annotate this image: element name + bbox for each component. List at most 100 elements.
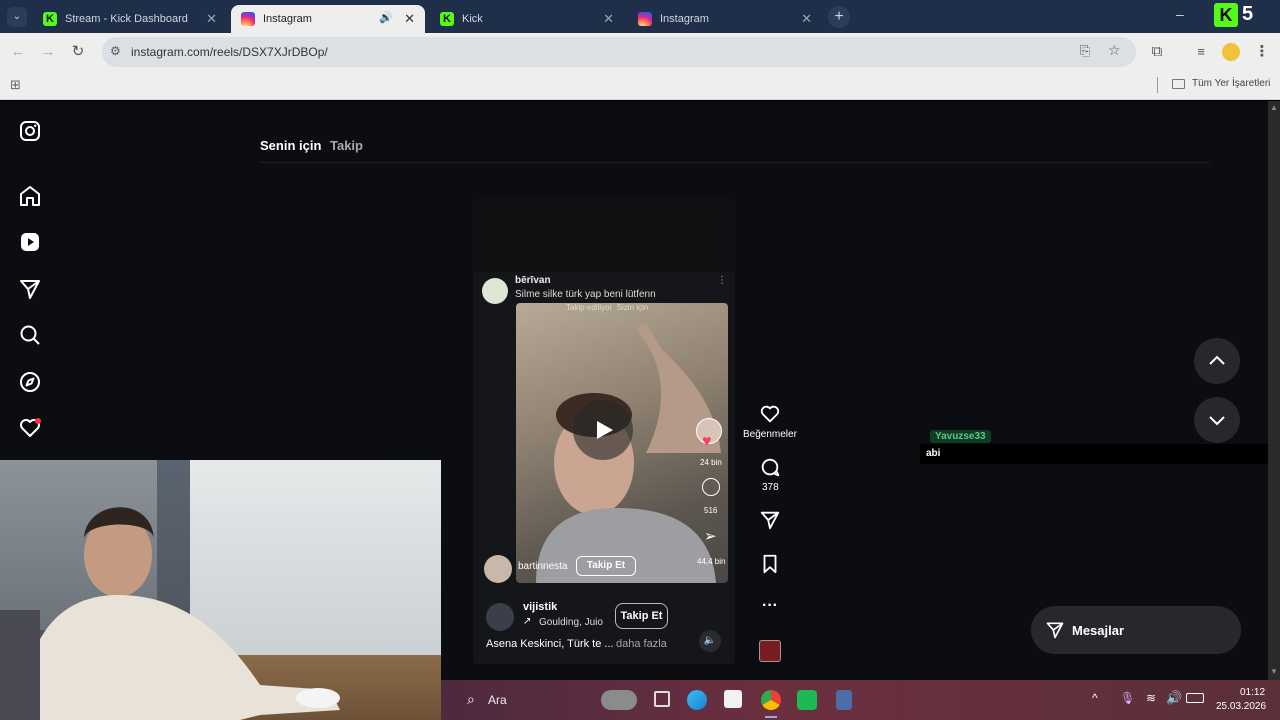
store-icon[interactable] <box>724 690 742 708</box>
instagram-icon <box>241 12 255 26</box>
chat-username: Yavuzse33 <box>930 430 991 443</box>
microphone-icon[interactable]: 🎙 <box>1120 691 1135 705</box>
calculator-icon[interactable] <box>836 690 852 710</box>
bookmark-star-icon[interactable]: ☆ <box>1108 42 1121 59</box>
clock-date[interactable]: 25.03.2026 <box>1216 701 1266 712</box>
bookmarks-divider <box>1157 77 1158 93</box>
tab-title: Instagram <box>263 13 312 25</box>
extensions-icon[interactable]: ⧉ <box>1147 42 1167 62</box>
direct-icon <box>1046 622 1064 639</box>
apps-icon[interactable]: ⊞ <box>10 77 21 93</box>
heart-icon <box>760 405 780 423</box>
reload-icon[interactable]: ↻ <box>68 42 88 62</box>
close-icon[interactable]: ✕ <box>603 11 614 27</box>
close-icon[interactable]: ✕ <box>404 11 415 27</box>
mute-button[interactable]: 🔈 <box>699 630 721 652</box>
inner-menu-icon: ⋮ <box>717 275 727 286</box>
speaker-icon[interactable]: 🔊 <box>379 11 393 24</box>
reel-more-link[interactable]: daha fazla <box>616 638 667 650</box>
chrome-active-indicator <box>765 716 777 718</box>
comments-count: 378 <box>762 482 779 493</box>
home-icon[interactable] <box>18 184 42 208</box>
widgets-icon[interactable] <box>601 690 637 710</box>
wifi-icon[interactable]: ≋ <box>1146 691 1156 705</box>
reel-video[interactable]: bērīvan ⋮ Silme silke türk yap beni lütf… <box>473 198 735 664</box>
back-icon[interactable]: ← <box>8 42 28 62</box>
comment-button[interactable] <box>745 456 795 481</box>
tray-overflow-icon[interactable]: ^ <box>1092 691 1098 705</box>
inner-shares: 44,4 bin <box>697 557 726 566</box>
messages-button[interactable]: Mesajlar <box>1031 606 1241 654</box>
search-icon[interactable] <box>18 323 42 347</box>
follow-button[interactable]: Takip Et <box>615 603 668 629</box>
streamer-silhouette <box>0 507 340 720</box>
reel-audio[interactable]: Goulding, Juio <box>539 617 603 628</box>
inner-comments: 516 <box>704 506 718 515</box>
clock-time[interactable]: 01:12 <box>1240 687 1265 698</box>
profile-avatar[interactable] <box>1222 43 1240 61</box>
all-bookmarks-link[interactable]: Tüm Yer İşaretleri <box>1192 78 1270 89</box>
install-app-icon[interactable]: ⎘ <box>1080 43 1090 59</box>
close-icon[interactable]: ✕ <box>801 11 812 27</box>
address-bar[interactable]: ⚙ instagram.com/reels/DSX7XJrDBOp/ ⎘ ☆ <box>102 37 1136 67</box>
instagram-logo-icon[interactable] <box>18 119 42 143</box>
edge-icon[interactable] <box>687 690 707 710</box>
audio-arrow-icon: ↗ <box>523 616 532 627</box>
like-button[interactable] <box>745 403 795 428</box>
browser-toolbar: ← → ↻ ⚙ instagram.com/reels/DSX7XJrDBOp/… <box>0 33 1280 71</box>
minimize-button[interactable]: – <box>1176 6 1184 22</box>
feed-tabs-divider <box>260 162 1210 163</box>
kick-badge: 5 <box>1242 3 1254 25</box>
taskbar-search[interactable]: Ara <box>488 693 507 707</box>
tab-title: Kick <box>462 13 483 25</box>
tab-kick-dashboard[interactable]: K Stream - Kick Dashboard ✕ <box>33 5 227 33</box>
tab-title: Stream - Kick Dashboard <box>65 13 188 25</box>
close-icon[interactable]: ✕ <box>206 11 217 27</box>
task-view-icon[interactable] <box>654 691 670 707</box>
direct-messages-icon[interactable] <box>18 277 42 301</box>
likes-label[interactable]: Beğenmeler <box>743 429 797 440</box>
more-options-icon[interactable]: ··· <box>745 597 795 615</box>
chrome-icon[interactable] <box>761 690 781 710</box>
save-button[interactable] <box>745 553 795 578</box>
inner-share-icon: ➢ <box>704 528 717 545</box>
audio-thumbnail[interactable] <box>759 640 781 662</box>
page-scrollbar[interactable]: ▲ ▼ <box>1268 101 1280 680</box>
windows-taskbar: ⌕ Ara ^ 🎙 ≋ 🔊 01:12 25.03.2026 <box>441 680 1280 720</box>
reel-author[interactable]: vijistik <box>523 601 557 613</box>
tab-title: Instagram <box>660 13 709 25</box>
menu-icon[interactable]: ⋮ <box>1252 42 1272 62</box>
taskbar-search-icon[interactable]: ⌕ <box>467 691 475 708</box>
share-button[interactable] <box>745 509 795 534</box>
tab-instagram[interactable]: Instagram ✕ <box>628 5 822 33</box>
new-tab-button[interactable]: + <box>828 6 850 28</box>
webcam-overlay <box>0 460 441 720</box>
volume-icon[interactable]: 🔊 <box>1166 690 1182 706</box>
inner-user: bartinnesta <box>518 561 568 572</box>
app-green-icon[interactable] <box>797 690 817 710</box>
notifications-heart-icon[interactable] <box>18 416 42 440</box>
instagram-icon <box>638 12 652 26</box>
scroll-down-arrow[interactable]: ▼ <box>1270 667 1278 676</box>
tab-instagram-active[interactable]: Instagram 🔊 ✕ <box>231 5 425 33</box>
chat-message-bg <box>920 444 1268 464</box>
tab-search-button[interactable]: ⌄ <box>7 7 27 27</box>
scroll-up-arrow[interactable]: ▲ <box>1270 103 1278 112</box>
reel-author-avatar[interactable] <box>486 603 514 631</box>
reels-icon[interactable] <box>18 230 42 254</box>
tab-for-you[interactable]: Senin için <box>260 138 321 153</box>
site-info-icon[interactable]: ⚙ <box>110 44 121 58</box>
battery-icon[interactable] <box>1186 693 1204 703</box>
media-control-icon[interactable]: ≡ <box>1191 42 1211 62</box>
bookmarks-bar: ⊞ Tüm Yer İşaretleri <box>0 71 1280 100</box>
previous-reel-button[interactable] <box>1194 338 1240 384</box>
explore-icon[interactable] <box>18 370 42 394</box>
tab-strip: ⌄ K Stream - Kick Dashboard ✕ Instagram … <box>0 0 1280 33</box>
inner-likes: 24 bin <box>700 458 722 467</box>
forward-icon[interactable]: → <box>38 42 58 62</box>
tab-following[interactable]: Takip <box>330 138 363 153</box>
inner-author: bērīvan <box>515 275 551 286</box>
kick-icon: K <box>43 12 57 26</box>
tab-kick[interactable]: K Kick ✕ <box>430 5 624 33</box>
share-icon <box>760 511 780 530</box>
